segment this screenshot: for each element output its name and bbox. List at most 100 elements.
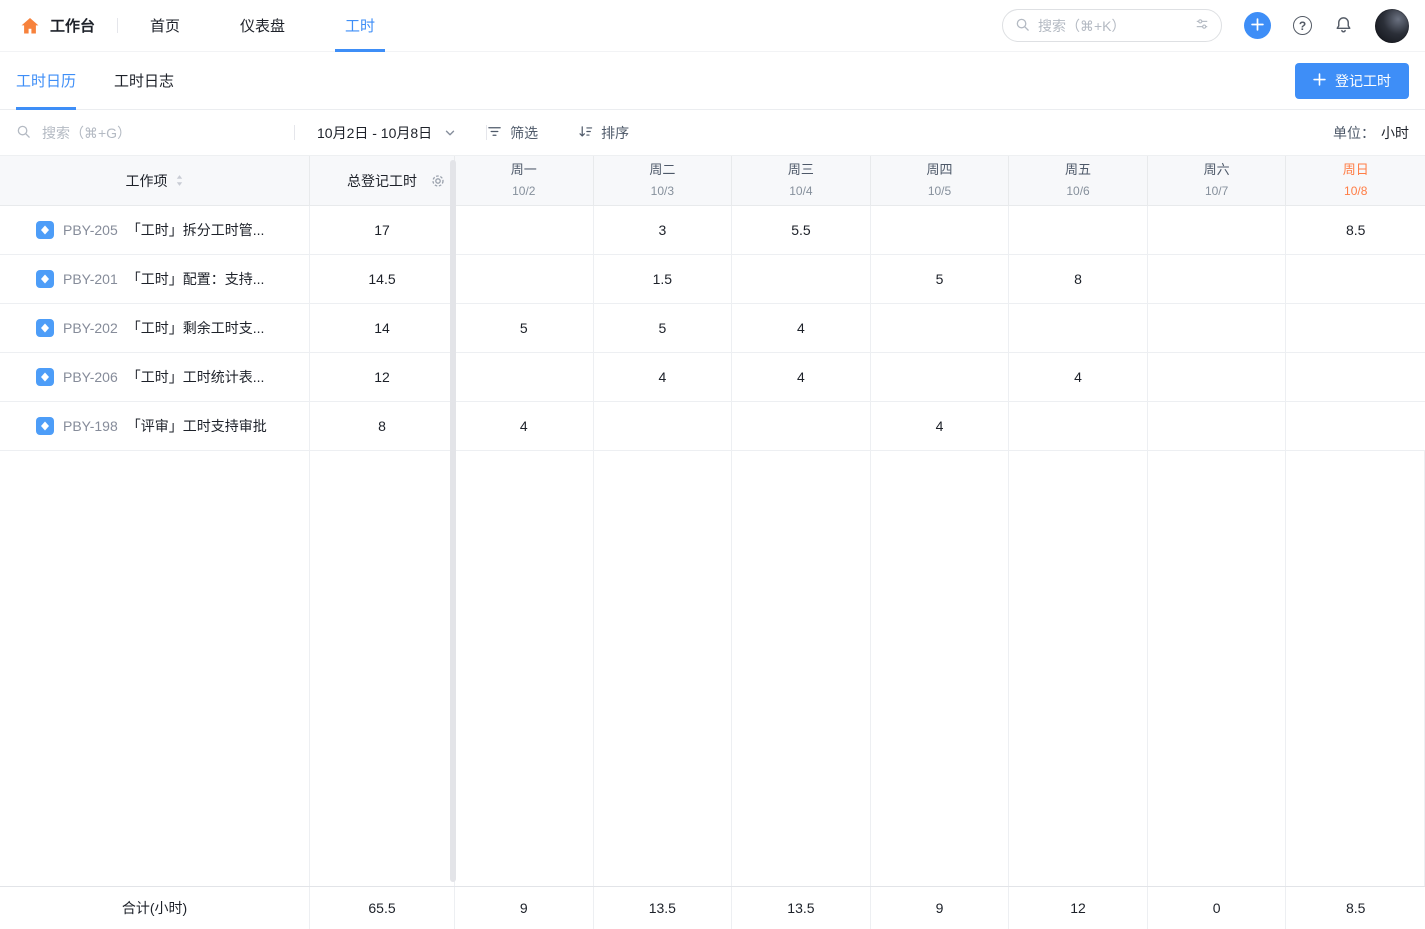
work-item-icon: [36, 417, 54, 435]
workspace-switcher[interactable]: 工作台: [20, 15, 95, 36]
table-row[interactable]: PBY-205 「工时」拆分工时管... 17 3 5.5 8.5: [0, 206, 1425, 255]
nav-item-home[interactable]: 首页: [140, 0, 190, 52]
unit-selector: 单位： 小时: [1333, 123, 1409, 143]
footer-total: 65.5: [310, 887, 455, 929]
unit-value[interactable]: 小时: [1381, 123, 1409, 143]
table-row[interactable]: PBY-202 「工时」剩余工时支... 14 5 5 4: [0, 304, 1425, 353]
table-empty-area: [0, 451, 1425, 886]
global-search-field[interactable]: [1038, 18, 1187, 34]
search-options-icon[interactable]: [1195, 17, 1209, 34]
day-cell[interactable]: [455, 206, 594, 254]
workspace-label: 工作台: [50, 15, 95, 36]
day-cell[interactable]: [1009, 402, 1148, 450]
day-cell[interactable]: 4: [455, 402, 594, 450]
day-cell[interactable]: [1286, 304, 1425, 352]
date-range-picker[interactable]: 10月2日 - 10月8日: [317, 123, 456, 143]
day-cell[interactable]: [1148, 206, 1287, 254]
day-cell[interactable]: 4: [594, 353, 733, 401]
nav-item-dashboard[interactable]: 仪表盘: [230, 0, 295, 52]
work-item-cell[interactable]: PBY-198 「评审」工时支持审批: [0, 402, 310, 450]
day-cell[interactable]: 4: [1009, 353, 1148, 401]
day-cell[interactable]: [871, 304, 1010, 352]
column-header-monday[interactable]: 周一10/2: [455, 156, 594, 205]
day-cell[interactable]: 4: [732, 304, 871, 352]
day-cell[interactable]: [732, 255, 871, 303]
column-header-thursday[interactable]: 周四10/5: [871, 156, 1010, 205]
day-cell[interactable]: [1286, 255, 1425, 303]
day-cell[interactable]: [1148, 402, 1287, 450]
day-cell[interactable]: [1286, 402, 1425, 450]
search-icon: [1015, 17, 1030, 35]
global-search-input[interactable]: [1002, 9, 1222, 42]
day-cell[interactable]: 5.5: [732, 206, 871, 254]
filter-icon: [487, 124, 502, 142]
tab-worktime-calendar[interactable]: 工时日历: [16, 52, 76, 110]
column-header-sunday-today[interactable]: 周日10/8: [1286, 156, 1425, 205]
day-cell[interactable]: [594, 402, 733, 450]
day-cell[interactable]: 4: [732, 353, 871, 401]
day-cell[interactable]: [871, 206, 1010, 254]
nav-item-worktime[interactable]: 工时: [335, 0, 385, 52]
day-cell[interactable]: 8.5: [1286, 206, 1425, 254]
column-header-wednesday[interactable]: 周三10/4: [732, 156, 871, 205]
work-item-cell[interactable]: PBY-202 「工时」剩余工时支...: [0, 304, 310, 352]
table-header-row: 工作项 总登记工时 周一10/2 周二10/3 周三10/4 周四10/5 周五…: [0, 156, 1425, 206]
filter-button[interactable]: 筛选: [487, 123, 538, 143]
footer-day-total: 13.5: [732, 887, 871, 929]
day-cell[interactable]: 5: [455, 304, 594, 352]
help-button[interactable]: ?: [1293, 16, 1312, 35]
work-item-cell[interactable]: PBY-206 「工时」工时统计表...: [0, 353, 310, 401]
table-search-input[interactable]: [16, 124, 294, 142]
day-cell[interactable]: 1.5: [594, 255, 733, 303]
day-cell[interactable]: [1009, 206, 1148, 254]
day-cell[interactable]: [871, 353, 1010, 401]
day-cell[interactable]: [1148, 353, 1287, 401]
create-button[interactable]: [1244, 12, 1271, 39]
worktime-calendar-table: 工作项 总登记工时 周一10/2 周二10/3 周三10/4 周四10/5 周五…: [0, 156, 1425, 929]
sort-button[interactable]: 排序: [578, 123, 629, 143]
plus-icon: [1251, 18, 1264, 34]
total-hours-cell: 14.5: [310, 255, 455, 303]
column-header-friday[interactable]: 周五10/6: [1009, 156, 1148, 205]
register-hours-button[interactable]: 登记工时: [1295, 63, 1409, 99]
day-cell[interactable]: 8: [1009, 255, 1148, 303]
table-row[interactable]: PBY-206 「工时」工时统计表... 12 4 4 4: [0, 353, 1425, 402]
work-item-title: 「评审」工时支持审批: [127, 416, 267, 436]
day-cell[interactable]: [1148, 255, 1287, 303]
work-item-icon: [36, 368, 54, 386]
work-item-title: 「工时」剩余工时支...: [127, 318, 265, 338]
column-header-total[interactable]: 总登记工时: [310, 156, 455, 205]
day-cell[interactable]: 3: [594, 206, 733, 254]
day-cell[interactable]: 4: [871, 402, 1010, 450]
footer-day-total: 9: [871, 887, 1010, 929]
column-settings-icon[interactable]: [430, 173, 446, 189]
column-header-tuesday[interactable]: 周二10/3: [594, 156, 733, 205]
day-cell[interactable]: 5: [871, 255, 1010, 303]
day-cell[interactable]: [1286, 353, 1425, 401]
footer-day-total: 13.5: [594, 887, 733, 929]
footer-day-total: 12: [1009, 887, 1148, 929]
work-item-cell[interactable]: PBY-201 「工时」配置：支持...: [0, 255, 310, 303]
top-navigation-bar: 工作台 首页 仪表盘 工时 ?: [0, 0, 1425, 52]
day-cell[interactable]: [455, 353, 594, 401]
table-row[interactable]: PBY-201 「工时」配置：支持... 14.5 1.5 5 8: [0, 255, 1425, 304]
day-cell[interactable]: [1148, 304, 1287, 352]
unit-label: 单位：: [1333, 123, 1375, 143]
toolbar-divider: [294, 125, 295, 140]
table-row[interactable]: PBY-198 「评审」工时支持审批 8 4 4: [0, 402, 1425, 451]
day-cell[interactable]: 5: [594, 304, 733, 352]
table-search-field[interactable]: [42, 125, 294, 141]
date-range-label: 10月2日 - 10月8日: [317, 123, 432, 143]
column-header-saturday[interactable]: 周六10/7: [1148, 156, 1287, 205]
avatar[interactable]: [1375, 9, 1409, 43]
work-item-key: PBY-198: [63, 418, 118, 434]
work-item-cell[interactable]: PBY-205 「工时」拆分工时管...: [0, 206, 310, 254]
tab-worktime-log[interactable]: 工时日志: [114, 52, 174, 110]
column-header-workitem[interactable]: 工作项: [0, 156, 310, 205]
day-cell[interactable]: [1009, 304, 1148, 352]
day-cell[interactable]: [732, 402, 871, 450]
sort-icon: [578, 124, 593, 142]
day-cell[interactable]: [455, 255, 594, 303]
frozen-pane-scrollbar[interactable]: [450, 160, 456, 882]
notifications-button[interactable]: [1334, 15, 1353, 37]
